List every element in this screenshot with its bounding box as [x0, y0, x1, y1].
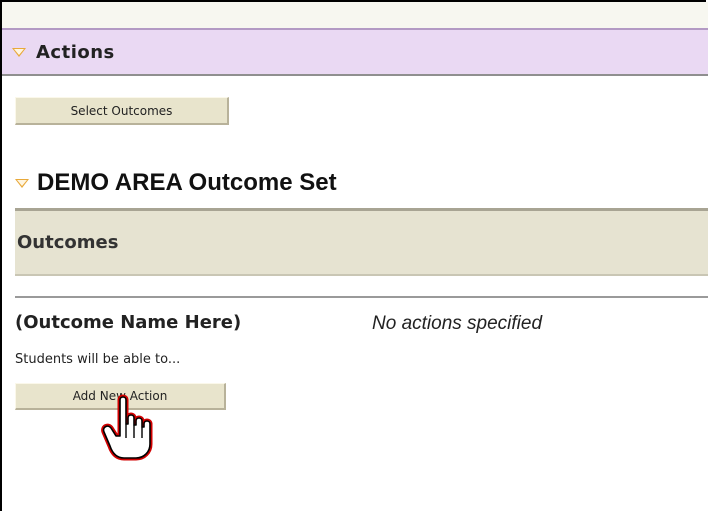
outcome-name: (Outcome Name Here)	[15, 312, 242, 333]
actions-status: No actions specified	[372, 313, 543, 334]
actions-section-header[interactable]: Actions	[2, 28, 708, 76]
top-strip	[2, 2, 708, 29]
outcome-set-title: DEMO AREA Outcome Set	[37, 169, 337, 196]
outcomes-header-label: Outcomes	[17, 232, 119, 253]
collapse-triangle-icon[interactable]	[12, 47, 26, 57]
collapse-triangle-icon[interactable]	[15, 178, 29, 188]
outcomes-header: Outcomes	[15, 208, 708, 276]
divider	[15, 296, 708, 298]
hand-pointer-cursor-icon	[101, 394, 153, 461]
select-outcomes-button[interactable]: Select Outcomes	[15, 97, 229, 125]
actions-title: Actions	[36, 41, 115, 63]
outcome-set-header[interactable]: DEMO AREA Outcome Set	[15, 168, 337, 198]
outcome-description: Students will be able to...	[15, 352, 181, 367]
